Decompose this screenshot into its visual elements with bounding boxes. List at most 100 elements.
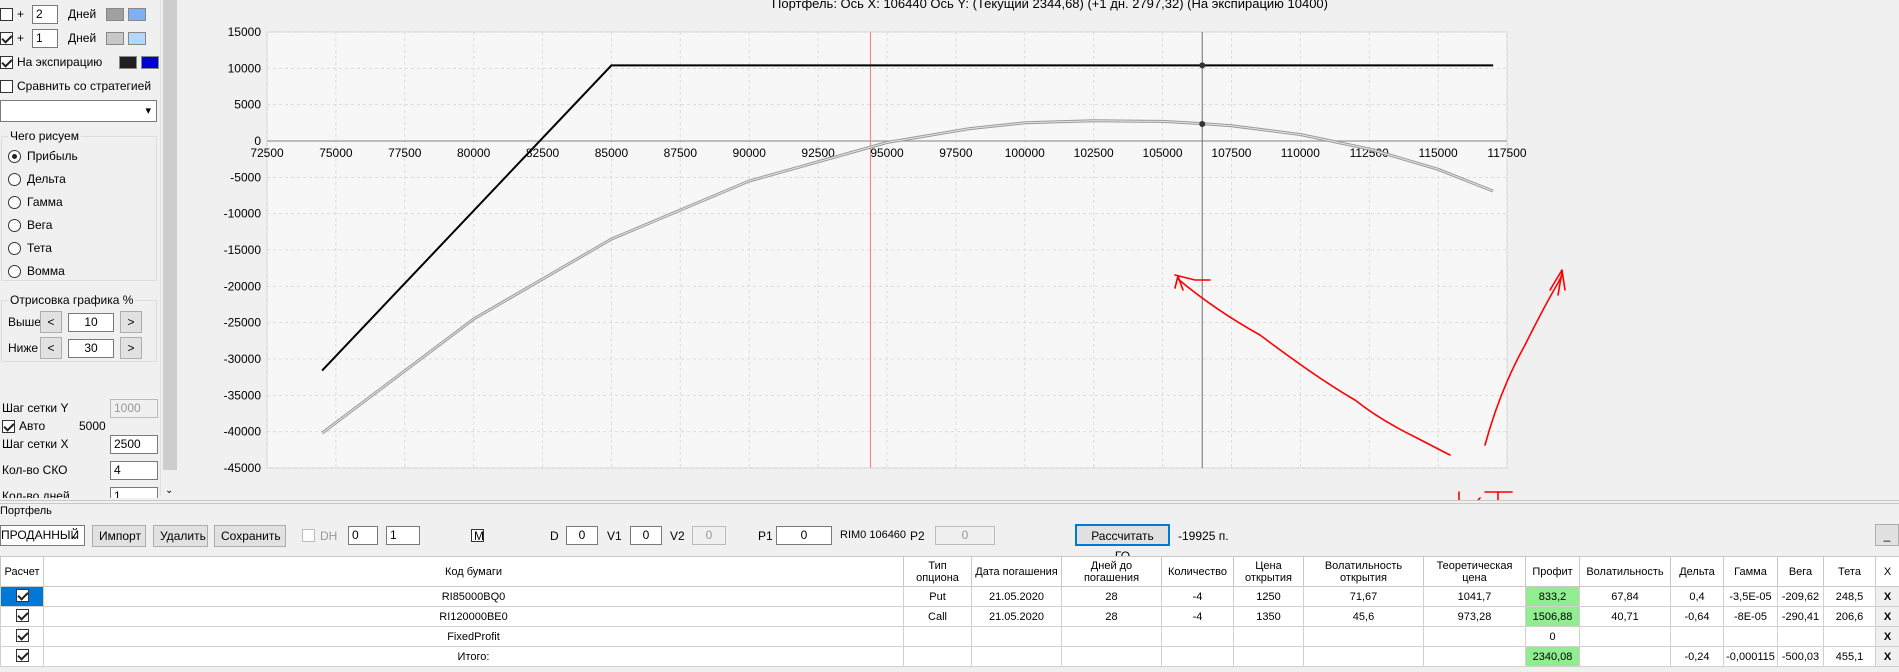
- m-label: M: [474, 529, 484, 543]
- col-open-price[interactable]: Цена открытия: [1233, 556, 1304, 587]
- calc-go-button[interactable]: Рассчитать ГО: [1075, 524, 1170, 563]
- below-prev-button[interactable]: <: [40, 337, 62, 359]
- table-row[interactable]: FixedProfit 0 X: [0, 626, 1899, 647]
- table-row[interactable]: RI120000BE0 Call 21.05.2020 28 -4 1350 45,6 973…: [0, 606, 1899, 627]
- days-row-1-checkbox[interactable]: [0, 7, 13, 21]
- import-button[interactable]: Импорт: [92, 525, 146, 547]
- table-cell: 0,4: [1670, 586, 1724, 607]
- col-type[interactable]: Тип опциона: [903, 556, 972, 587]
- compare-checkbox[interactable]: [0, 79, 13, 93]
- days-row-2-input[interactable]: 1: [32, 28, 59, 48]
- grid-x-input[interactable]: 2500: [110, 434, 158, 454]
- save-button[interactable]: Сохранить: [214, 525, 286, 547]
- radio-vega[interactable]: Вега: [8, 215, 52, 235]
- col-expiry-date[interactable]: Дата погашения: [971, 556, 1062, 587]
- table-cell: [971, 626, 1062, 647]
- color-swatch-3[interactable]: [106, 31, 125, 45]
- crosshair-marker: [1199, 120, 1206, 127]
- color-swatch-5[interactable]: [119, 55, 137, 69]
- radio-theta[interactable]: Тета: [8, 238, 52, 258]
- table-cell: 67,84: [1579, 586, 1671, 607]
- dh-checkbox[interactable]: [302, 529, 315, 542]
- mode-value: ПРОДАННЫЙ: [1, 528, 80, 542]
- col-profit[interactable]: Профит: [1525, 556, 1580, 587]
- table-cell: [1777, 626, 1824, 647]
- radio-vomma[interactable]: Вомма: [8, 261, 65, 281]
- radio-icon: [8, 172, 21, 186]
- table-row[interactable]: Итого: 2340,08 -0,24 -0,000115 -500,03 455,1 X: [0, 646, 1899, 667]
- x-tick-label: 82500: [526, 146, 560, 160]
- y-tick-label: -40000: [224, 425, 262, 439]
- color-swatch-4[interactable]: [128, 31, 147, 45]
- color-swatch-1[interactable]: [106, 7, 125, 21]
- above-prev-button[interactable]: <: [40, 311, 62, 333]
- remove-row-button[interactable]: X: [1875, 606, 1899, 627]
- table-cell: -0,64: [1670, 606, 1724, 627]
- col-open-vol[interactable]: Волатильность открытия: [1303, 556, 1424, 587]
- col-days-left[interactable]: Дней до погашения: [1061, 556, 1162, 587]
- x-tick-label: 75000: [319, 146, 353, 160]
- calc-cell[interactable]: [0, 606, 44, 627]
- v1-label: V1: [607, 529, 622, 543]
- dh-stepper-2[interactable]: 1: [386, 526, 420, 545]
- days-row-2-checkbox[interactable]: [0, 31, 13, 45]
- calc-checkbox[interactable]: [15, 588, 29, 602]
- below-input[interactable]: 30: [68, 338, 114, 358]
- grid-y-input[interactable]: 1000: [110, 398, 158, 418]
- below-next-button[interactable]: >: [120, 337, 142, 359]
- calc-checkbox[interactable]: [15, 608, 29, 622]
- dh-stepper-1[interactable]: 0: [348, 526, 378, 545]
- calc-checkbox[interactable]: [15, 648, 29, 662]
- color-swatch-2[interactable]: [128, 7, 147, 21]
- strategy-select[interactable]: ▾: [0, 100, 157, 122]
- minimize-button[interactable]: _: [1875, 524, 1899, 546]
- d-input[interactable]: 0: [566, 526, 598, 545]
- above-input[interactable]: 10: [68, 312, 114, 332]
- days-row-1-input[interactable]: 2: [32, 4, 59, 24]
- scrollbar-thumb[interactable]: [163, 0, 177, 470]
- sidebar-scrollbar[interactable]: ⌄: [160, 0, 178, 496]
- col-code[interactable]: Код бумаги: [43, 556, 904, 587]
- table-row[interactable]: RI85000BQ0 Put 21.05.2020 28 -4 1250 71,67 1041…: [0, 586, 1899, 607]
- radio-delta[interactable]: Дельта: [8, 169, 66, 189]
- chevron-down-icon[interactable]: ⌄: [165, 485, 173, 496]
- remove-row-button[interactable]: X: [1875, 586, 1899, 607]
- v2-input[interactable]: 0: [692, 526, 726, 545]
- below-row: Ниже < 30 >: [8, 337, 142, 359]
- color-swatch-6[interactable]: [141, 55, 159, 69]
- days-count-input[interactable]: 1: [110, 486, 158, 498]
- sko-input[interactable]: 4: [110, 460, 158, 480]
- delete-button[interactable]: Удалить: [153, 525, 208, 547]
- col-vega[interactable]: Вега: [1777, 556, 1824, 587]
- col-quantity[interactable]: Количество: [1161, 556, 1234, 587]
- above-next-button[interactable]: >: [120, 311, 142, 333]
- col-gamma[interactable]: Гамма: [1723, 556, 1778, 587]
- col-delta[interactable]: Дельта: [1670, 556, 1724, 587]
- col-theo-price[interactable]: Теоретическая цена: [1423, 556, 1526, 587]
- crosshair-marker: [1199, 62, 1206, 69]
- radio-gamma[interactable]: Гамма: [8, 192, 63, 212]
- splitter[interactable]: [0, 500, 1899, 504]
- radio-profit[interactable]: Прибыль: [8, 146, 78, 166]
- auto-checkbox[interactable]: [2, 419, 15, 433]
- calc-cell[interactable]: [0, 626, 44, 647]
- expiry-checkbox[interactable]: [0, 55, 13, 69]
- col-theta[interactable]: Тета: [1823, 556, 1876, 587]
- table-cell: -0,000115: [1723, 646, 1778, 667]
- remove-row-button[interactable]: X: [1875, 626, 1899, 647]
- calc-cell[interactable]: [0, 646, 44, 667]
- table-cell: [1061, 646, 1162, 667]
- p1-input[interactable]: 0: [776, 526, 832, 545]
- col-calc[interactable]: Расчет: [0, 556, 44, 587]
- v1-input[interactable]: 0: [630, 526, 662, 545]
- col-vol[interactable]: Волатильность: [1579, 556, 1671, 587]
- p2-input[interactable]: 0: [935, 526, 995, 545]
- positions-table: Расчет Код бумаги Тип опциона Дата погаш…: [0, 556, 1899, 667]
- compare-row: Сравнить со стратегией: [0, 76, 151, 96]
- payoff-chart[interactable]: Портфель: Ось X: 106440 Ось Y: (Текущий …: [180, 0, 1899, 546]
- remove-row-button[interactable]: X: [1875, 646, 1899, 667]
- calc-checkbox[interactable]: [15, 628, 29, 642]
- mode-select[interactable]: ПРОДАННЫЙ ⌄: [0, 525, 85, 546]
- y-tick-label: -20000: [224, 279, 262, 293]
- calc-cell[interactable]: [0, 586, 44, 607]
